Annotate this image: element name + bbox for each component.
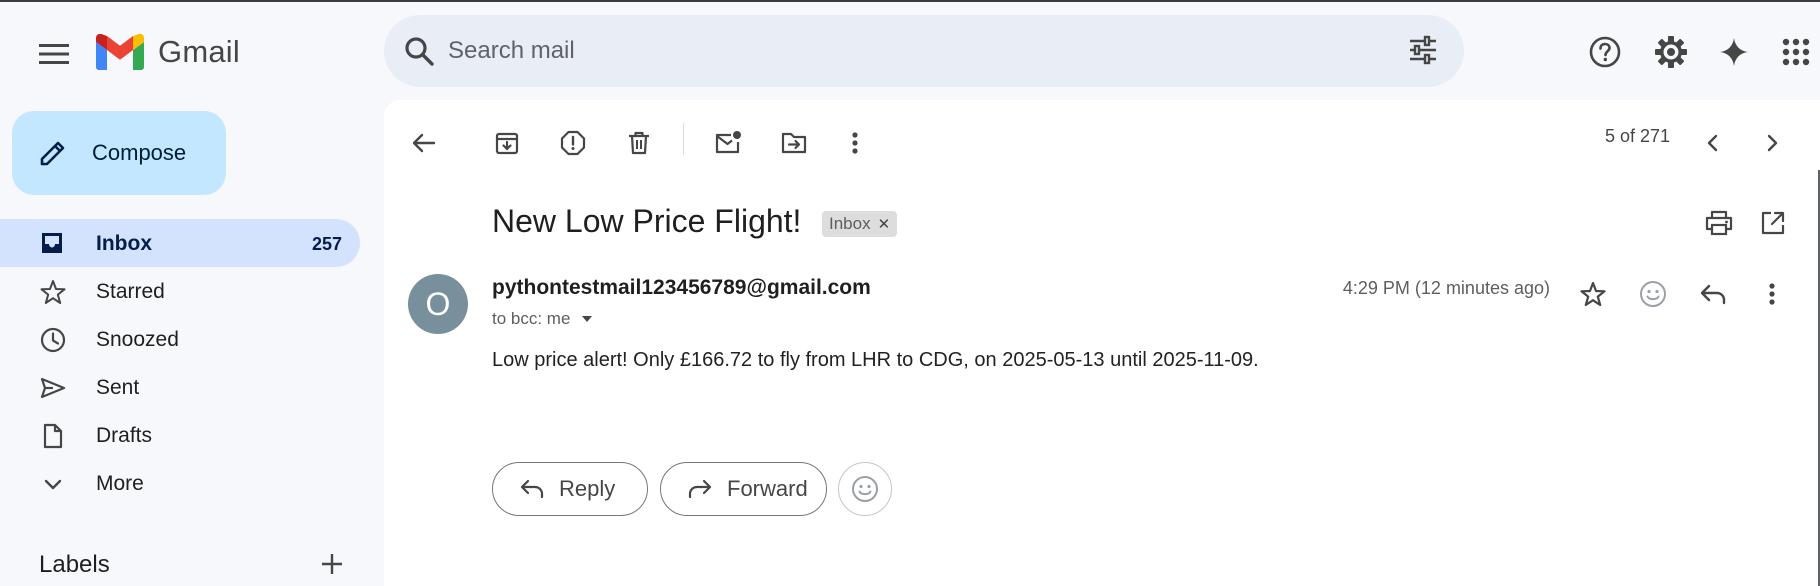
move-to-button[interactable]: [770, 119, 818, 167]
open-in-new-icon: [1761, 211, 1785, 235]
sidebar-item-more[interactable]: More: [0, 459, 360, 507]
plus-icon: [322, 554, 342, 574]
email-body: Low price alert! Only £166.72 to fly fro…: [492, 349, 1259, 371]
sidebar-item-label: Starred: [96, 280, 165, 303]
forward-pill-button[interactable]: Forward: [660, 462, 827, 516]
sidebar-item-starred[interactable]: Starred: [0, 267, 360, 315]
settings-button[interactable]: [1645, 26, 1697, 78]
remove-label-icon[interactable]: ✕: [878, 215, 891, 233]
emoji-reaction-button[interactable]: [838, 462, 892, 516]
star-icon: [1580, 281, 1606, 307]
search-bar[interactable]: [384, 15, 1464, 87]
reply-icon: [520, 479, 544, 499]
draft-icon: [43, 423, 63, 449]
compose-label: Compose: [92, 140, 187, 165]
hamburger-icon: [39, 44, 69, 64]
settings-icon: [1655, 36, 1687, 68]
emoji-icon: [1640, 281, 1666, 307]
more-vert-icon: [1769, 283, 1775, 305]
sidebar-item-label: Snoozed: [96, 328, 179, 351]
add-reaction-button[interactable]: [1629, 270, 1677, 318]
sidebar-item-sent[interactable]: Sent: [0, 363, 360, 411]
reply-button[interactable]: [1689, 270, 1737, 318]
forward-icon: [688, 479, 712, 499]
gemini-button[interactable]: [1708, 26, 1760, 78]
clock-icon: [40, 327, 66, 353]
help-button[interactable]: [1579, 26, 1631, 78]
newer-button[interactable]: [1689, 119, 1737, 167]
gmail-logo[interactable]: Gmail: [96, 34, 240, 70]
sender-avatar[interactable]: O: [408, 274, 468, 334]
apps-icon: [1782, 38, 1810, 66]
gemini-icon: [1720, 38, 1748, 66]
mark-unread-icon: [715, 131, 741, 154]
forward-label: Forward: [727, 476, 808, 501]
recipients-text: to bcc: me: [492, 309, 571, 328]
sidebar-item-label: More: [96, 472, 144, 495]
search-options-icon[interactable]: [1408, 35, 1438, 65]
google-apps-button[interactable]: [1770, 26, 1820, 78]
reply-label: Reply: [559, 476, 616, 501]
pagination-text: 5 of 271: [1604, 126, 1670, 146]
back-button[interactable]: [400, 119, 448, 167]
open-new-window-button[interactable]: [1749, 199, 1797, 247]
sidebar-item-label: Sent: [96, 376, 140, 399]
app-name: Gmail: [158, 34, 240, 69]
recipients-line[interactable]: to bcc: me: [492, 309, 594, 329]
message-more-button[interactable]: [1748, 270, 1796, 318]
more-vert-icon: [852, 132, 858, 154]
archive-button[interactable]: [483, 119, 531, 167]
inbox-icon: [42, 233, 62, 253]
star-button[interactable]: [1569, 270, 1617, 318]
sidebar-item-inbox[interactable]: Inbox 257: [0, 219, 360, 267]
create-label-button[interactable]: [318, 550, 346, 578]
toolbar-divider: [683, 123, 684, 155]
sidebar-item-snoozed[interactable]: Snoozed: [0, 315, 360, 363]
labels-heading: Labels: [39, 551, 110, 578]
delete-button[interactable]: [615, 119, 663, 167]
star-icon: [40, 280, 66, 304]
pencil-icon: [40, 141, 65, 166]
print-button[interactable]: [1695, 199, 1743, 247]
older-button[interactable]: [1748, 119, 1796, 167]
main-menu-button[interactable]: [28, 28, 80, 80]
reply-icon: [1700, 284, 1726, 305]
print-icon: [1705, 210, 1733, 236]
sidebar-item-label: Inbox: [96, 232, 152, 255]
chevron-right-icon: [1767, 134, 1778, 152]
sidebar-item-label: Drafts: [96, 424, 153, 447]
back-arrow-icon: [412, 133, 436, 153]
send-icon: [40, 377, 66, 399]
caret-down-icon[interactable]: [580, 314, 594, 324]
chevron-down-icon: [44, 479, 62, 490]
unread-count: 257: [311, 234, 342, 254]
label-chip-text: Inbox: [829, 214, 871, 233]
report-spam-icon: [560, 130, 586, 156]
email-subject: New Low Price Flight!: [492, 203, 802, 239]
move-to-icon: [781, 132, 807, 154]
reply-pill-button[interactable]: Reply: [492, 462, 648, 516]
sidebar-item-drafts[interactable]: Drafts: [0, 411, 360, 459]
delete-icon: [629, 131, 649, 155]
chevron-left-icon: [1707, 134, 1718, 152]
mark-unread-button[interactable]: [704, 119, 752, 167]
help-icon: [1589, 36, 1621, 68]
archive-icon: [495, 132, 519, 155]
report-spam-button[interactable]: [549, 119, 597, 167]
message-timestamp: 4:29 PM (12 minutes ago): [1342, 278, 1550, 298]
more-options-button[interactable]: [831, 119, 879, 167]
search-input[interactable]: [448, 37, 1348, 65]
label-chip[interactable]: Inbox ✕: [822, 211, 898, 237]
search-icon[interactable]: [404, 36, 434, 66]
emoji-icon: [852, 476, 878, 502]
sender-address[interactable]: pythontestmail123456789@gmail.com: [492, 276, 871, 300]
gmail-m-icon: [96, 34, 144, 70]
compose-button[interactable]: Compose: [12, 111, 226, 195]
